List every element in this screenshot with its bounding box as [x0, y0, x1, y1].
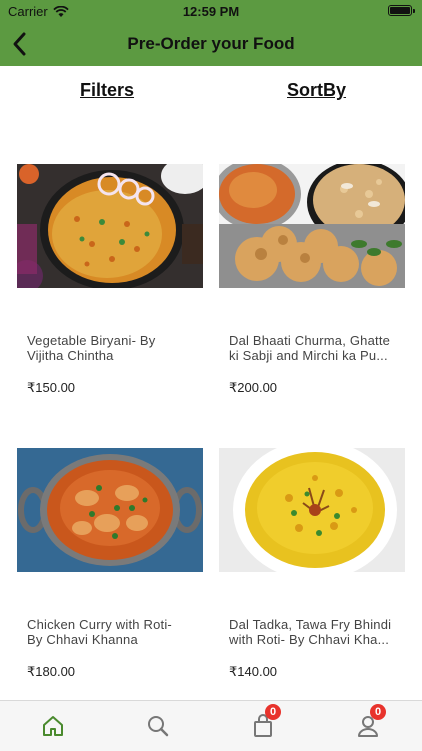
product-name-line2: By Chhavi Khanna	[27, 632, 138, 647]
product-name: Dal Bhaati Churma, Ghatte ki Sabji and M…	[229, 333, 397, 363]
search-icon	[148, 716, 169, 737]
tab-cart[interactable]: 0	[233, 701, 293, 751]
tab-home[interactable]	[23, 701, 83, 751]
product-name-line1: Chicken Curry with Roti-	[27, 617, 172, 632]
product-name: Vegetable Biryani- By Vijitha Chintha	[27, 333, 195, 363]
product-name-line1: Vegetable Biryani- By	[27, 333, 156, 348]
product-name-line1: Dal Tadka, Tawa Fry Bhindi	[229, 617, 392, 632]
product-name-line1: Dal Bhaati Churma, Ghatte	[229, 333, 391, 348]
top-bar: Carrier 12:59 PM Pre-Order your Food	[0, 0, 422, 66]
home-icon	[43, 716, 63, 736]
product-price: ₹200.00	[229, 380, 278, 395]
profile-badge: 0	[370, 704, 386, 720]
product-image-biryani[interactable]	[17, 164, 203, 288]
navigation-bar: Pre-Order your Food	[0, 22, 422, 66]
tab-search[interactable]	[128, 701, 188, 751]
product-name-line2: ki Sabji and Mirchi ka Pu...	[229, 348, 388, 363]
status-bar: Carrier 12:59 PM	[0, 0, 422, 22]
product-image-chicken-curry[interactable]	[17, 448, 203, 572]
product-price: ₹140.00	[229, 664, 278, 679]
product-image-dal-bhaati[interactable]	[219, 164, 405, 288]
tab-profile[interactable]: 0	[338, 701, 398, 751]
product-image-dal-tadka[interactable]	[219, 448, 405, 572]
product-name-line2: with Roti- By Chhavi Kha...	[229, 632, 390, 647]
status-time: 12:59 PM	[182, 4, 240, 19]
page-title: Pre-Order your Food	[127, 34, 295, 53]
product-price: ₹150.00	[27, 380, 76, 395]
filters-button[interactable]: Filters	[80, 80, 134, 101]
product-price: ₹180.00	[27, 664, 76, 679]
filter-sort-bar: Filters SortBy	[0, 80, 422, 104]
sortby-button[interactable]: SortBy	[287, 80, 346, 101]
battery-icon	[388, 5, 415, 16]
product-name-line2: Vijitha Chintha	[27, 348, 114, 363]
cart-badge: 0	[265, 704, 281, 720]
tab-bar: 0 0	[0, 700, 422, 751]
product-name: Chicken Curry with Roti- By Chhavi Khann…	[27, 617, 195, 647]
product-name: Dal Tadka, Tawa Fry Bhindi with Roti- By…	[229, 617, 397, 647]
